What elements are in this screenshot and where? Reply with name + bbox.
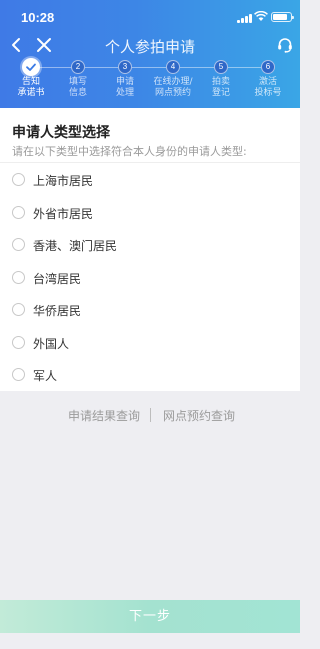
step-number: 4 [166,60,180,74]
page-title: 个人参拍申请 [104,38,195,56]
option-hk-macau-resident[interactable]: 香港、澳门居民 [0,230,300,260]
step-5: 5 拍卖 登记 [196,58,246,99]
option-overseas-chinese[interactable]: 华侨居民 [0,295,300,325]
option-label: 外国人 [33,337,70,351]
form-title: 申请人类型选择 [12,125,110,141]
step-4: 4 在线办理/ 网点预约 [148,58,198,99]
link-divider [150,408,151,422]
close-icon[interactable] [34,35,54,55]
status-time: 10:28 [21,10,55,25]
customer-service-icon[interactable] [276,36,294,54]
radio-button[interactable] [12,238,25,251]
option-shanghai-resident[interactable]: 上海市居民 [0,165,300,195]
radio-button[interactable] [12,271,25,284]
option-label: 香港、澳门居民 [33,239,118,253]
step-3: 3 申请 处理 [100,58,150,99]
checkmark-icon [22,58,40,76]
result-query-link[interactable]: 申请结果查询 [68,407,140,424]
query-links: 申请结果查询 网点预约查询 [0,405,300,425]
step-label: 拍卖 登记 [211,77,230,98]
form-subtitle: 请在以下类型中选择符合本人身份的申请人类型: [12,145,247,158]
option-label: 上海市居民 [33,174,94,188]
applicant-type-form: 申请人类型选择 请在以下类型中选择符合本人身份的申请人类型: 上海市居民 外省市… [0,108,300,391]
option-label: 台湾居民 [33,272,82,286]
battery-icon [271,12,294,22]
back-icon[interactable] [7,35,27,55]
step-number: 2 [71,60,85,74]
radio-button[interactable] [12,206,25,219]
radio-button[interactable] [12,336,25,349]
nav-bar: 个人参拍申请 [0,32,300,58]
step-1: 告知 承诺书 [6,58,56,99]
radio-button[interactable] [12,368,25,381]
step-2: 2 填写 信息 [53,58,103,99]
progress-steps: 告知 承诺书 2 填写 信息 3 申请 处理 4 在线办理/ 网点预约 5 拍卖… [0,58,300,108]
step-number: 3 [118,60,132,74]
radio-button[interactable] [12,173,25,186]
cellular-signal-icon [237,13,253,23]
option-label: 外省市居民 [33,207,94,221]
option-other-province-resident[interactable]: 外省市居民 [0,198,300,228]
option-label: 华侨居民 [33,304,82,318]
divider [0,162,300,163]
step-label: 申请 处理 [115,77,134,98]
option-taiwan-resident[interactable]: 台湾居民 [0,263,300,293]
wifi-icon [254,11,268,21]
footer-bar: 下一步 [0,600,300,633]
status-bar: 10:28 [0,0,300,32]
battery-level-fill [273,14,287,20]
option-label: 军人 [33,369,58,383]
outlet-query-link[interactable]: 网点预约查询 [163,407,235,424]
next-step-button[interactable]: 下一步 [0,600,300,633]
radio-button[interactable] [12,303,25,316]
step-label: 在线办理/ 网点预约 [153,77,193,98]
option-foreigner[interactable]: 外国人 [0,328,300,358]
step-number: 5 [214,60,228,74]
option-military[interactable]: 军人 [0,360,300,390]
step-6: 6 激活 投标号 [243,58,293,99]
step-label: 告知 承诺书 [17,77,45,98]
step-label: 激活 投标号 [254,77,282,98]
step-label: 填写 信息 [68,77,87,98]
app-header: 10:28 个人参拍申请 告知 承诺书 2 填写 信息 3 申请 处理 4 在线… [0,0,300,108]
step-number: 6 [261,60,275,74]
